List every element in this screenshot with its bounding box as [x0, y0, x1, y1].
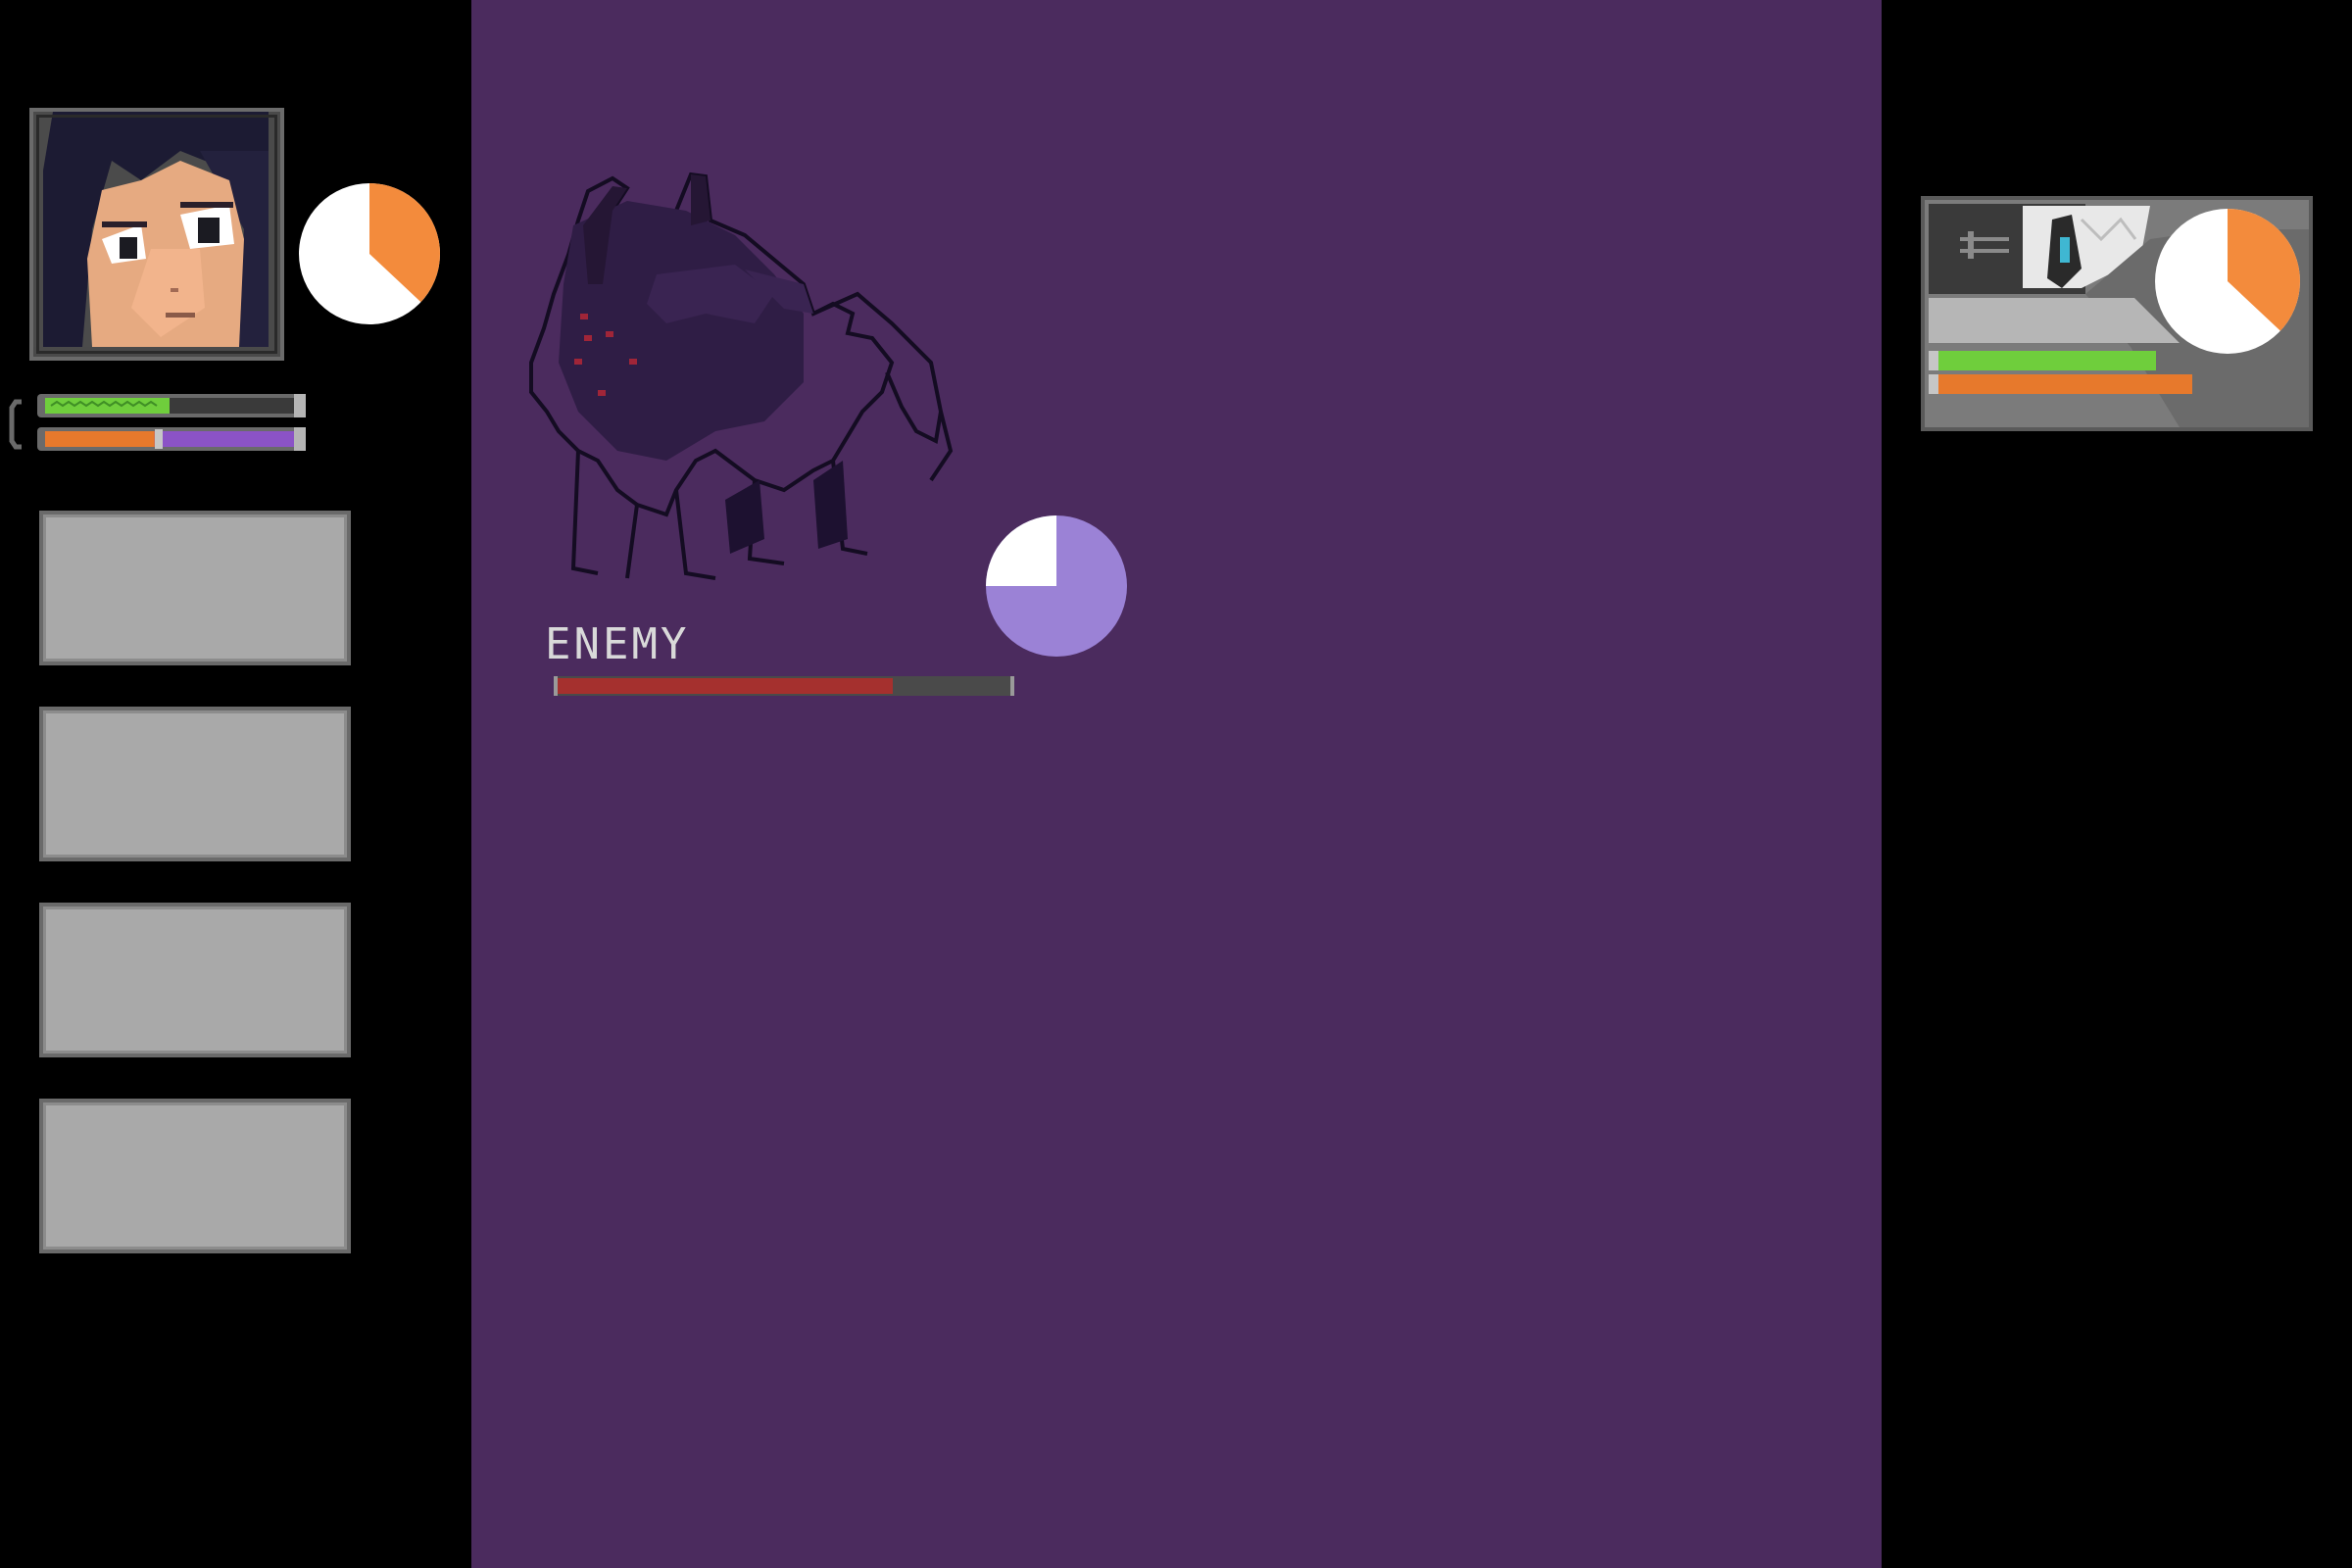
action-slot-4[interactable] — [39, 1099, 351, 1253]
ally-health-bar-fill — [1938, 351, 2156, 370]
ally-stamina-bar-fill — [1938, 374, 2192, 394]
enemy-health-bar — [554, 676, 1014, 696]
enemy-timer-fill — [986, 515, 1056, 586]
enemy-turn-timer — [986, 515, 1127, 657]
enemy-sprite[interactable] — [519, 167, 1049, 608]
player-turn-timer — [299, 183, 440, 324]
player-status-bars — [9, 394, 306, 451]
action-slot-3[interactable] — [39, 903, 351, 1057]
stamina-bar-fill — [45, 431, 155, 447]
player-face-icon — [33, 112, 269, 347]
action-slot-1[interactable] — [39, 511, 351, 665]
ally-turn-timer — [2155, 209, 2300, 354]
enemy-health-bar-fill — [558, 678, 893, 694]
ally-status-bars — [1929, 351, 2192, 394]
player-portrait — [29, 108, 284, 361]
enemy-name: ENEMY — [545, 619, 690, 669]
enemy-eye-icon — [584, 335, 592, 341]
ally-status-card[interactable] — [1921, 196, 2313, 431]
action-slot-2[interactable] — [39, 707, 351, 861]
